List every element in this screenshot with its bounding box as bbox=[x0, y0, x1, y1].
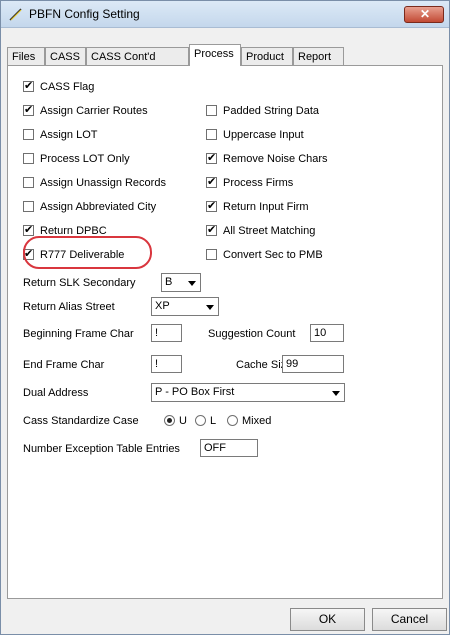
beginning-frame-char-label: Beginning Frame Char bbox=[23, 328, 134, 340]
highlight-circle bbox=[23, 236, 152, 269]
checkbox-box[interactable] bbox=[206, 199, 217, 213]
checkbox-box[interactable] bbox=[206, 129, 217, 140]
checkbox-label: Uppercase Input bbox=[223, 129, 304, 141]
checkbox-label: Return Input Firm bbox=[223, 201, 309, 213]
dual-address-select[interactable]: P - PO Box First bbox=[151, 383, 345, 402]
checkbox-label: Process Firms bbox=[223, 177, 294, 189]
tab-process[interactable]: Process bbox=[189, 44, 241, 66]
end-frame-char-input[interactable]: ! bbox=[151, 355, 182, 373]
tab-label: Process bbox=[194, 48, 234, 60]
beginning-frame-char-input[interactable]: ! bbox=[151, 324, 182, 342]
end-frame-char-label: End Frame Char bbox=[23, 359, 105, 371]
checkbox-box[interactable] bbox=[206, 175, 217, 189]
alias-street-label: Return Alias Street bbox=[23, 301, 115, 313]
radio-label: L bbox=[210, 415, 217, 427]
radio-label: Mixed bbox=[242, 415, 272, 427]
checkbox-box[interactable] bbox=[23, 79, 34, 93]
checkbox-box[interactable] bbox=[206, 105, 217, 116]
suggestion-count-label: Suggestion Count bbox=[208, 328, 296, 340]
cancel-button[interactable]: Cancel bbox=[372, 608, 447, 631]
checkbox-label: Assign LOT bbox=[40, 129, 98, 141]
tab-files[interactable]: Files bbox=[7, 47, 45, 65]
cache-size-input[interactable]: 99 bbox=[282, 355, 344, 373]
ok-button[interactable]: OK bbox=[290, 608, 365, 631]
select-value: XP bbox=[155, 300, 170, 312]
tab-report[interactable]: Report bbox=[293, 47, 344, 65]
tab-cass-contd[interactable]: CASS Cont'd bbox=[86, 47, 189, 65]
close-button[interactable]: ✕ bbox=[404, 6, 444, 23]
checkbox-label: Process LOT Only bbox=[40, 153, 130, 165]
tab-label: Report bbox=[298, 51, 332, 63]
close-icon: ✕ bbox=[420, 7, 431, 21]
checkbox-label: Padded String Data bbox=[223, 105, 320, 117]
checkbox-box[interactable] bbox=[206, 223, 217, 237]
select-value: B bbox=[165, 276, 173, 288]
checkbox-label: Assign Carrier Routes bbox=[40, 105, 148, 117]
chevron-down-icon[interactable] bbox=[202, 299, 217, 314]
radio-button[interactable] bbox=[164, 415, 175, 426]
select-value: P - PO Box First bbox=[155, 386, 235, 398]
tab-label: CASS bbox=[50, 51, 80, 63]
checkbox-label: Assign Abbreviated City bbox=[40, 201, 157, 213]
title-bar: PBFN Config Setting ✕ bbox=[1, 1, 449, 28]
tab-product[interactable]: Product bbox=[241, 47, 293, 65]
checkbox-label: Assign Unassign Records bbox=[40, 177, 166, 189]
slk-secondary-label: Return SLK Secondary bbox=[23, 277, 136, 289]
number-exception-input[interactable]: OFF bbox=[200, 439, 258, 457]
alias-street-select[interactable]: XP bbox=[151, 297, 219, 316]
checkbox-label: Convert Sec to PMB bbox=[223, 249, 323, 261]
radio-button[interactable] bbox=[227, 415, 238, 426]
checkbox-box[interactable] bbox=[23, 177, 34, 188]
checkbox-box[interactable] bbox=[23, 103, 34, 117]
checkbox-label: CASS Flag bbox=[40, 81, 95, 93]
checkbox-box[interactable] bbox=[23, 129, 34, 140]
tab-label: CASS Cont'd bbox=[91, 51, 156, 63]
checkbox-label: Remove Noise Chars bbox=[223, 153, 328, 165]
config-window: PBFN Config Setting ✕ Files CASS CASS Co… bbox=[0, 0, 450, 635]
checkbox-box[interactable] bbox=[23, 201, 34, 212]
checkbox-box[interactable] bbox=[23, 223, 34, 237]
number-exception-label: Number Exception Table Entries bbox=[23, 443, 180, 455]
checkbox-box[interactable] bbox=[23, 153, 34, 164]
tab-label: Product bbox=[246, 51, 284, 63]
cass-standardize-case-label: Cass Standardize Case bbox=[23, 415, 139, 427]
checkbox-box[interactable] bbox=[206, 151, 217, 165]
slk-secondary-select[interactable]: B bbox=[161, 273, 201, 292]
chevron-down-icon[interactable] bbox=[184, 275, 199, 290]
checkbox-label: All Street Matching bbox=[223, 225, 316, 237]
radio-button[interactable] bbox=[195, 415, 206, 426]
dual-address-label: Dual Address bbox=[23, 387, 89, 399]
pencil-icon bbox=[9, 8, 22, 21]
tab-label: Files bbox=[12, 51, 36, 63]
chevron-down-icon[interactable] bbox=[328, 385, 343, 400]
window-title: PBFN Config Setting bbox=[29, 7, 140, 21]
radio-label: U bbox=[179, 415, 187, 427]
tab-cass[interactable]: CASS bbox=[45, 47, 86, 65]
suggestion-count-input[interactable]: 10 bbox=[310, 324, 344, 342]
checkbox-box[interactable] bbox=[206, 249, 217, 260]
